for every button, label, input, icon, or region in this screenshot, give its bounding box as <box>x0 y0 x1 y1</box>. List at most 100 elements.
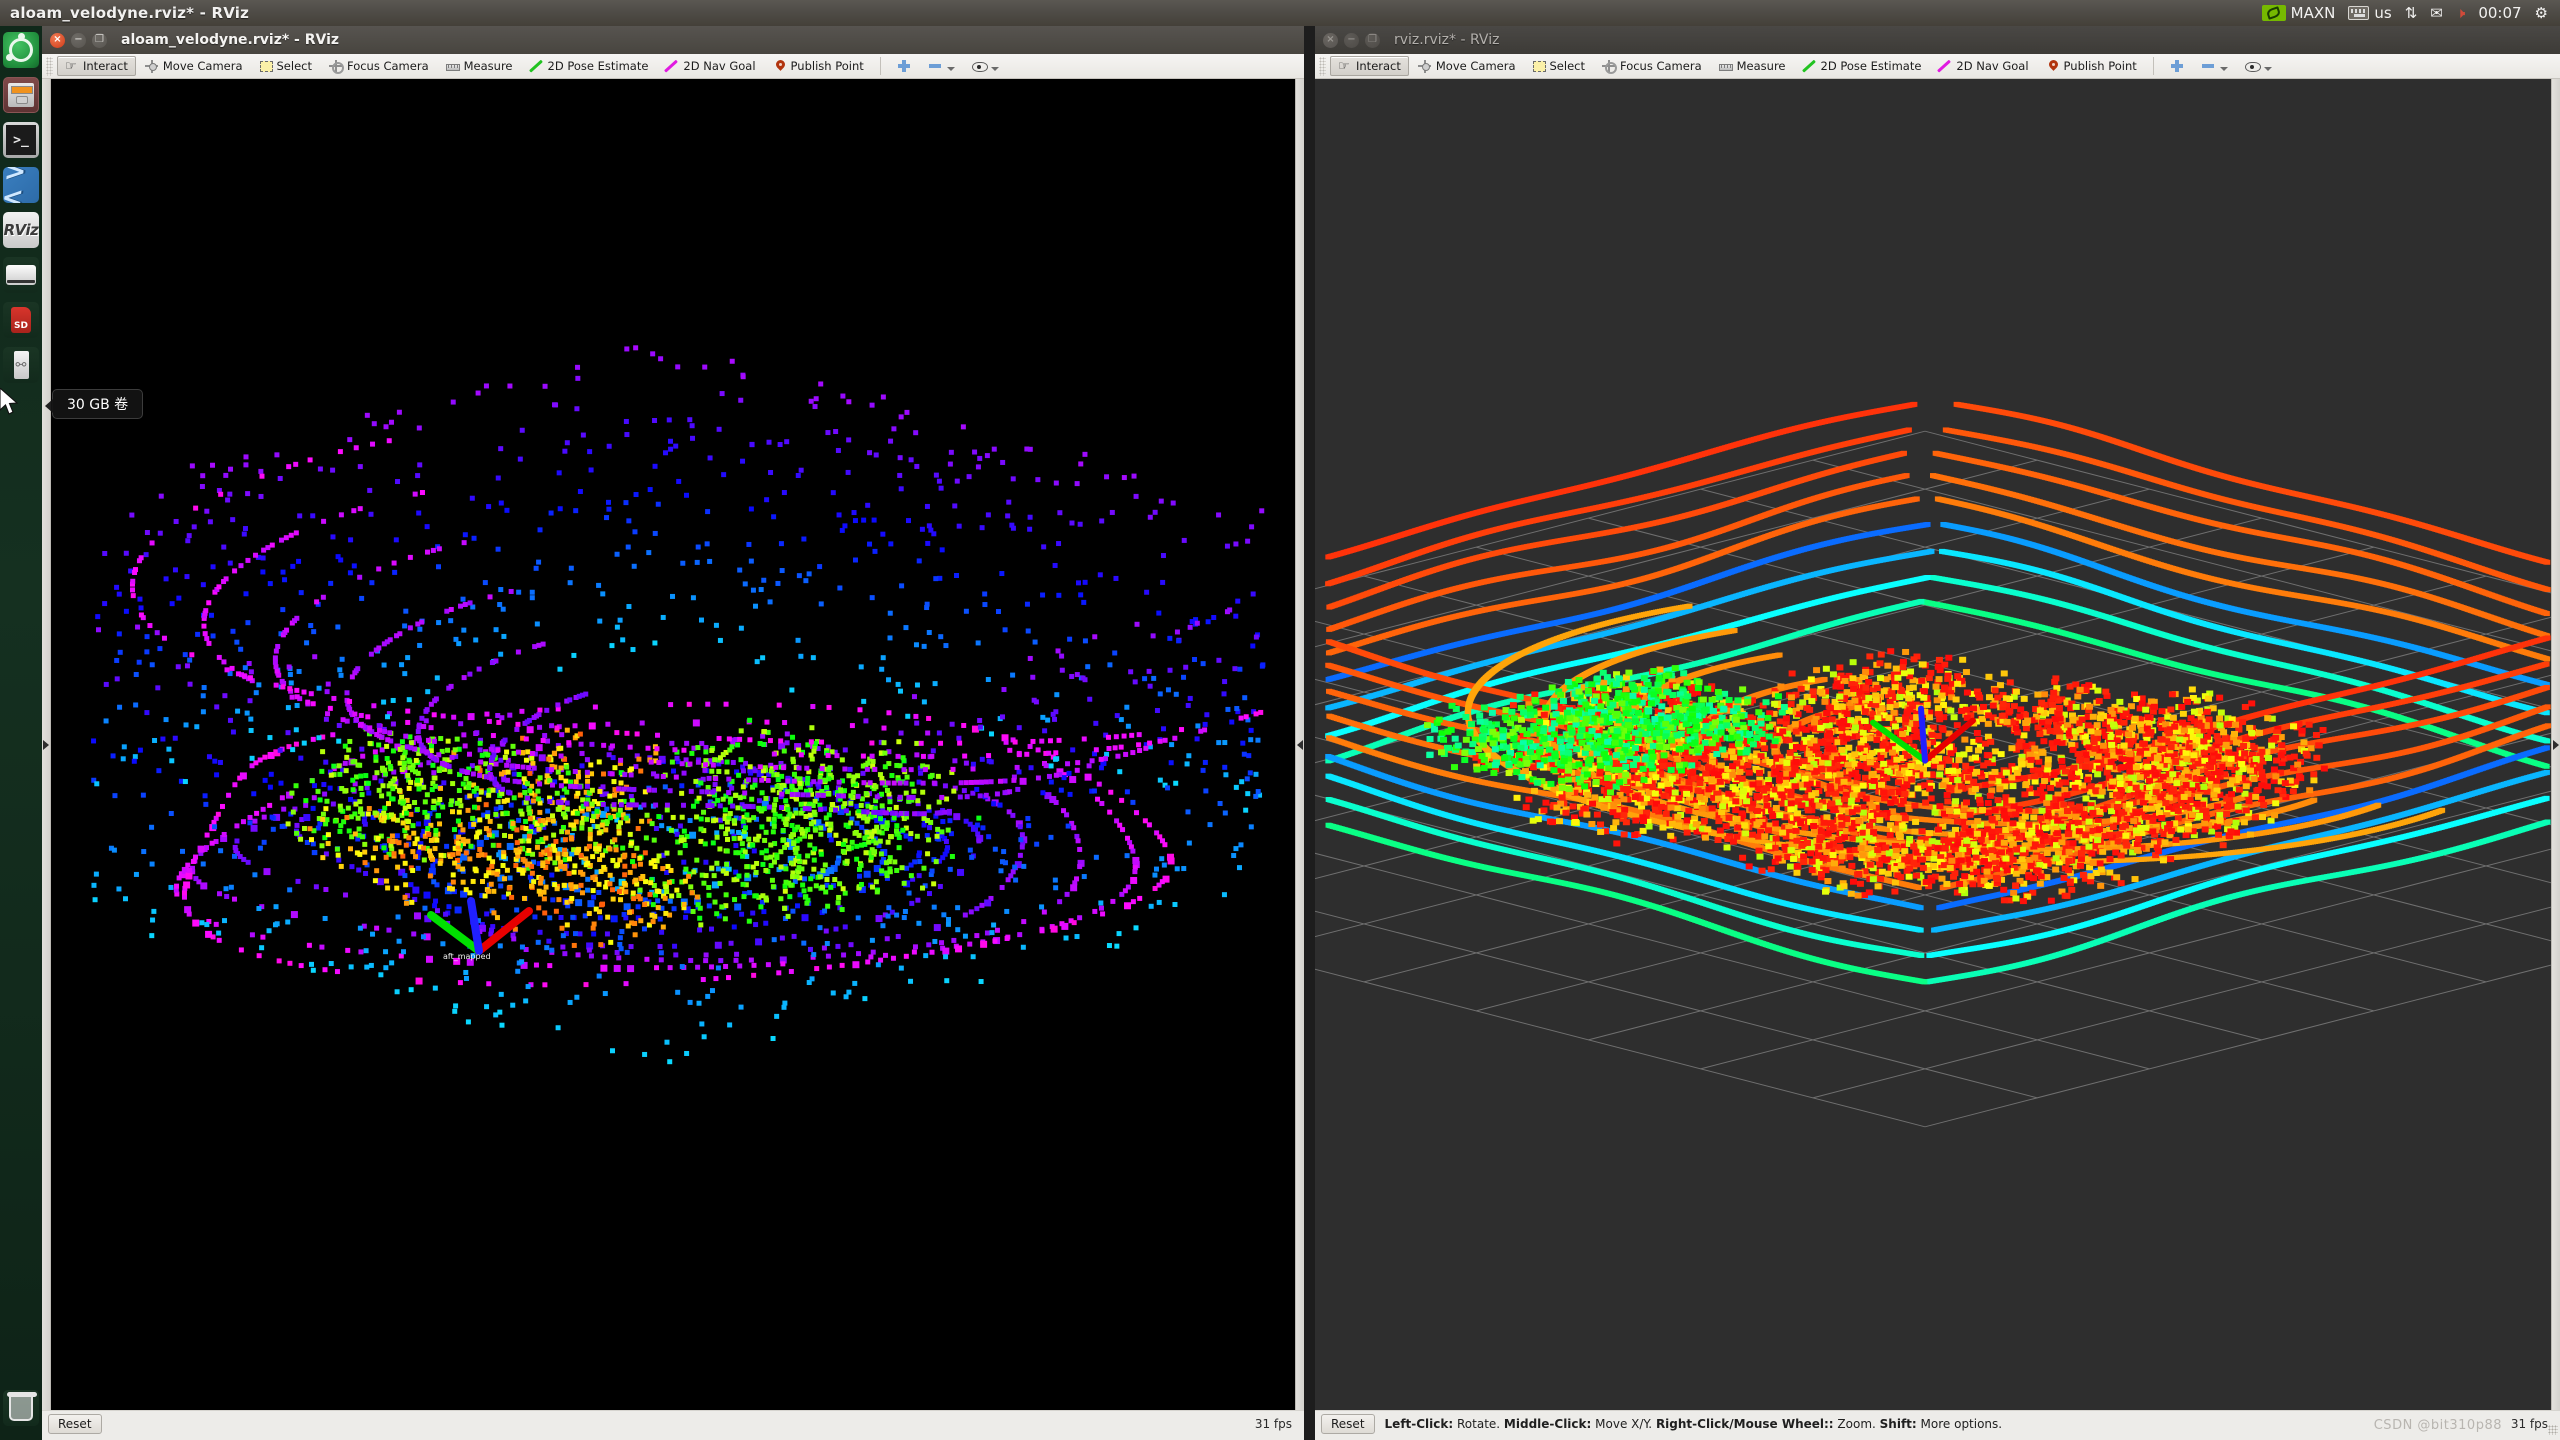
minimize-icon[interactable]: − <box>1344 32 1359 48</box>
window-controls-left: × − ❐ <box>50 32 107 48</box>
minus-icon <box>928 59 942 73</box>
tool-label: Publish Point <box>2064 59 2137 73</box>
views-panel-collapse-handle-right[interactable] <box>2551 79 2560 1410</box>
tool-measure-right[interactable]: Measure <box>1711 56 1794 76</box>
point-cloud-dense-map <box>1315 401 2551 1128</box>
volume-muted-icon[interactable]: 🕨 <box>2456 4 2465 22</box>
launcher-item-terminal[interactable]: >_ <box>3 122 39 158</box>
pose-arrow-icon <box>530 59 544 73</box>
reset-button-right[interactable]: Reset <box>1321 1414 1375 1434</box>
launcher-item-trash[interactable] <box>3 1390 39 1426</box>
hint-bold: Right-Click/Mouse Wheel:: <box>1656 1417 1834 1431</box>
tool-focus-camera-right[interactable]: Focus Camera <box>1594 56 1710 76</box>
map-pin-icon <box>773 59 787 73</box>
nvidia-power-indicator[interactable]: MAXN <box>2261 4 2336 22</box>
keyboard-layout-indicator[interactable]: us <box>2348 4 2392 22</box>
focus-camera-icon <box>328 59 344 74</box>
keyboard-icon <box>2348 6 2370 20</box>
toolbar-grip[interactable] <box>1319 56 1326 76</box>
tool-focus-camera-left[interactable]: Focus Camera <box>321 56 437 76</box>
render-view-left[interactable]: aft_mapped <box>51 79 1295 1410</box>
resize-grip[interactable] <box>2548 1425 2558 1435</box>
render-view-right[interactable] <box>1315 79 2551 1410</box>
toolbar-separator <box>879 57 881 75</box>
tool-interact-left[interactable]: Interact <box>57 56 136 76</box>
tool-label: Select <box>1550 59 1585 73</box>
launcher-item-files[interactable] <box>3 77 39 113</box>
launcher-item-ubuntu-dash[interactable] <box>3 32 39 68</box>
close-icon[interactable]: × <box>1323 32 1338 48</box>
watermark-label: CSDN @bit310p88 <box>2374 1418 2502 1433</box>
toolbar-grip[interactable] <box>46 56 53 76</box>
launcher-item-usb-drive[interactable]: ⚯ <box>3 347 39 383</box>
sd-card-icon: SD <box>11 307 31 333</box>
hint-bold: Left-Click: <box>1385 1417 1454 1431</box>
nav-goal-arrow-icon <box>1938 59 1952 73</box>
maximize-icon[interactable]: ❐ <box>92 32 107 48</box>
tool-label: 2D Pose Estimate <box>548 59 649 73</box>
mail-icon[interactable]: ✉ <box>2430 4 2443 22</box>
tool-label: Interact <box>1356 59 1401 73</box>
tool-interact-right[interactable]: Interact <box>1330 56 1409 76</box>
tool-2d-nav-goal-left[interactable]: 2D Nav Goal <box>657 56 763 76</box>
top-panel-window-title: aloam_velodyne.rviz* - RViz <box>10 4 249 22</box>
tool-visibility-button-right[interactable] <box>2237 56 2280 76</box>
gear-icon[interactable]: ⚙ <box>2535 4 2548 22</box>
tool-publish-point-right[interactable]: Publish Point <box>2038 56 2145 76</box>
launcher-item-vscode[interactable]: >< <box>3 167 39 203</box>
hint-bold: Shift: <box>1880 1417 1917 1431</box>
window-titlebar-right[interactable]: × − ❐ rviz.rviz* - RViz <box>1315 26 2560 54</box>
eye-icon <box>2244 59 2261 73</box>
focus-camera-icon <box>1601 59 1617 74</box>
chevron-down-icon <box>990 67 999 71</box>
close-icon[interactable]: × <box>50 32 65 48</box>
tool-move-camera-right[interactable]: Move Camera <box>1410 56 1524 76</box>
remove-tool-button-left[interactable] <box>920 56 963 76</box>
tool-2d-pose-estimate-left[interactable]: 2D Pose Estimate <box>522 56 657 76</box>
minimize-icon[interactable]: − <box>71 32 86 48</box>
hand-icon <box>65 59 79 73</box>
tool-label: Select <box>277 59 312 73</box>
network-icon[interactable]: ⇅ <box>2405 4 2418 22</box>
views-panel-collapse-handle-left[interactable] <box>1295 79 1304 1410</box>
tool-move-camera-left[interactable]: Move Camera <box>137 56 251 76</box>
tool-label: Measure <box>464 59 513 73</box>
tool-2d-nav-goal-right[interactable]: 2D Nav Goal <box>1930 56 2036 76</box>
remove-tool-button-right[interactable] <box>2193 56 2236 76</box>
pose-arrow-icon <box>1803 59 1817 73</box>
plus-icon <box>897 59 911 73</box>
tool-publish-point-left[interactable]: Publish Point <box>765 56 872 76</box>
launcher-item-rviz[interactable]: RViz <box>3 212 39 248</box>
unity-launcher: >_ >< RViz SD ⚯ <box>0 26 42 1440</box>
tool-label: Focus Camera <box>347 59 429 73</box>
launcher-item-sd-card[interactable]: SD <box>3 302 39 338</box>
tool-select-right[interactable]: Select <box>1525 56 1593 76</box>
tool-label: 2D Nav Goal <box>1956 59 2028 73</box>
maximize-icon[interactable]: ❐ <box>1365 32 1380 48</box>
tool-2d-pose-estimate-right[interactable]: 2D Pose Estimate <box>1795 56 1930 76</box>
add-tool-button-left[interactable] <box>889 56 919 76</box>
tool-label: 2D Nav Goal <box>683 59 755 73</box>
system-tray: MAXN us ⇅ ✉ 🕨 00:07 ⚙ <box>2261 4 2560 22</box>
clock-label[interactable]: 00:07 <box>2478 4 2521 22</box>
toolbar-separator <box>2152 57 2154 75</box>
ruler-icon <box>1718 64 1733 71</box>
tool-visibility-button-left[interactable] <box>964 56 1007 76</box>
reset-button-left[interactable]: Reset <box>48 1414 102 1434</box>
hand-icon <box>1338 59 1352 73</box>
launcher-item-drive[interactable] <box>3 257 39 293</box>
tool-select-left[interactable]: Select <box>252 56 320 76</box>
tool-measure-left[interactable]: Measure <box>438 56 521 76</box>
launcher-tooltip: 30 GB 卷 <box>44 389 144 419</box>
window-title-right: rviz.rviz* - RViz <box>1394 32 1499 48</box>
displays-panel-collapse-handle-left[interactable] <box>42 79 51 1410</box>
tool-label: Publish Point <box>791 59 864 73</box>
tool-label: Measure <box>1737 59 1786 73</box>
nav-goal-arrow-icon <box>665 59 679 73</box>
rviz-view-area-left: aft_mapped <box>42 79 1304 1410</box>
window-titlebar-left[interactable]: × − ❐ aloam_velodyne.rviz* - RViz <box>42 26 1304 54</box>
fps-label-left: 31 fps <box>1255 1417 1298 1431</box>
nvidia-power-mode-label: MAXN <box>2291 4 2336 22</box>
add-tool-button-right[interactable] <box>2162 56 2192 76</box>
window-controls-right: × − ❐ <box>1323 32 1380 48</box>
